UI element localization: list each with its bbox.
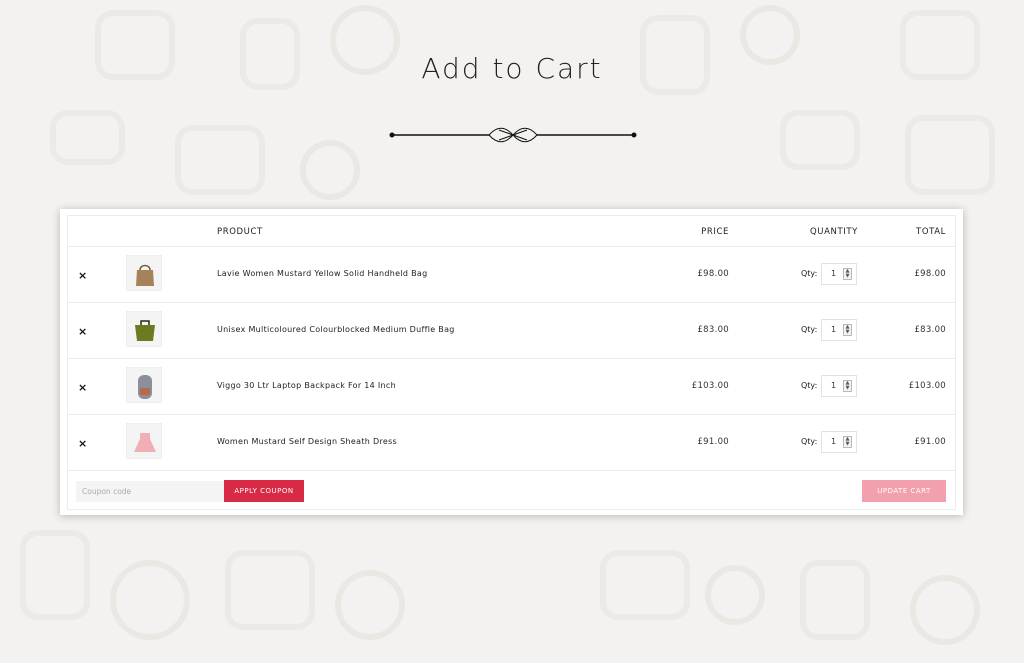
remove-item-button[interactable]: × xyxy=(78,269,87,282)
table-row: × Unisex Multicoloured Colourblocked Med… xyxy=(68,303,955,359)
duffle-bag-icon xyxy=(135,320,155,341)
qty-label: Qty: xyxy=(801,381,818,390)
line-total: £103.00 xyxy=(908,381,946,391)
stepper-arrows-icon[interactable]: ▲ ▼ xyxy=(843,436,852,448)
qty-label: Qty: xyxy=(801,269,818,278)
dress-icon xyxy=(134,433,156,452)
header-product: PRODUCT xyxy=(217,227,263,237)
coupon-code-input[interactable] xyxy=(76,481,224,502)
product-name[interactable]: Lavie Women Mustard Yellow Solid Handhel… xyxy=(217,269,427,278)
remove-item-button[interactable]: × xyxy=(78,437,87,450)
quantity-stepper[interactable]: 1 ▲ ▼ xyxy=(821,375,857,397)
remove-item-button[interactable]: × xyxy=(78,325,87,338)
product-thumbnail[interactable] xyxy=(126,367,162,403)
quantity-value[interactable]: 1 xyxy=(831,269,836,278)
apply-coupon-button[interactable]: APPLY COUPON xyxy=(224,480,304,502)
ornament-divider xyxy=(389,127,637,143)
quantity-stepper[interactable]: 1 ▲ ▼ xyxy=(821,319,857,341)
quantity-value[interactable]: 1 xyxy=(831,381,836,390)
page-title: Add to Cart xyxy=(421,52,603,85)
product-price: £98.00 xyxy=(697,269,729,279)
handbag-icon xyxy=(136,264,154,286)
update-cart-button[interactable]: UPDATE CART xyxy=(862,480,946,502)
table-header: PRODUCT PRICE QUANTITY TOTAL xyxy=(68,216,955,247)
cart-actions: APPLY COUPON UPDATE CART xyxy=(68,471,955,511)
product-price: £91.00 xyxy=(697,437,729,447)
header-total: TOTAL xyxy=(916,227,946,237)
quantity-value[interactable]: 1 xyxy=(831,325,836,334)
product-price: £103.00 xyxy=(691,381,729,391)
product-price: £83.00 xyxy=(697,325,729,335)
header-price: PRICE xyxy=(701,227,729,237)
line-total: £91.00 xyxy=(914,437,946,447)
line-total: £98.00 xyxy=(914,269,946,279)
cart-table: PRODUCT PRICE QUANTITY TOTAL × Lavie Wom… xyxy=(67,215,956,510)
product-name[interactable]: Women Mustard Self Design Sheath Dress xyxy=(217,437,397,446)
product-name[interactable]: Unisex Multicoloured Colourblocked Mediu… xyxy=(217,325,455,334)
line-total: £83.00 xyxy=(914,325,946,335)
quantity-stepper[interactable]: 1 ▲ ▼ xyxy=(821,431,857,453)
table-row: × Lavie Women Mustard Yellow Solid Handh… xyxy=(68,247,955,303)
stepper-arrows-icon[interactable]: ▲ ▼ xyxy=(843,324,852,336)
remove-item-button[interactable]: × xyxy=(78,381,87,394)
table-row: × Viggo 30 Ltr Laptop Backpack For 14 In… xyxy=(68,359,955,415)
stepper-arrows-icon[interactable]: ▲ ▼ xyxy=(843,268,852,280)
product-thumbnail[interactable] xyxy=(126,255,162,291)
table-row: × Women Mustard Self Design Sheath Dress… xyxy=(68,415,955,471)
header-quantity: QUANTITY xyxy=(810,227,858,237)
quantity-stepper[interactable]: 1 ▲ ▼ xyxy=(821,263,857,285)
qty-label: Qty: xyxy=(801,325,818,334)
qty-label: Qty: xyxy=(801,437,818,446)
backpack-icon xyxy=(138,375,152,399)
product-name[interactable]: Viggo 30 Ltr Laptop Backpack For 14 Inch xyxy=(217,381,396,390)
quantity-value[interactable]: 1 xyxy=(831,437,836,446)
cart-card: PRODUCT PRICE QUANTITY TOTAL × Lavie Wom… xyxy=(60,209,963,515)
product-thumbnail[interactable] xyxy=(126,311,162,347)
stepper-arrows-icon[interactable]: ▲ ▼ xyxy=(843,380,852,392)
product-thumbnail[interactable] xyxy=(126,423,162,459)
